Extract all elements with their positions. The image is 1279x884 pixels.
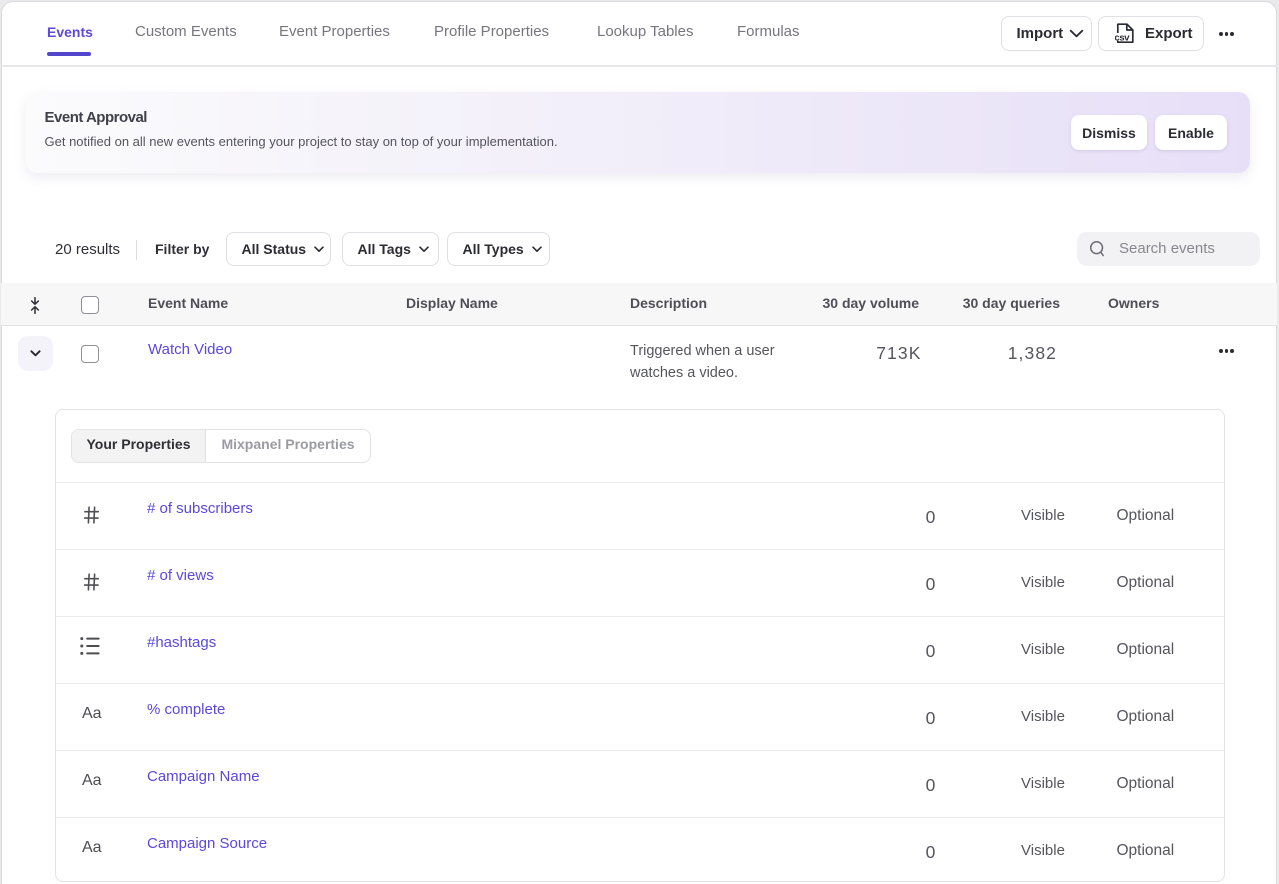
svg-text:csv: csv [1115,32,1130,43]
